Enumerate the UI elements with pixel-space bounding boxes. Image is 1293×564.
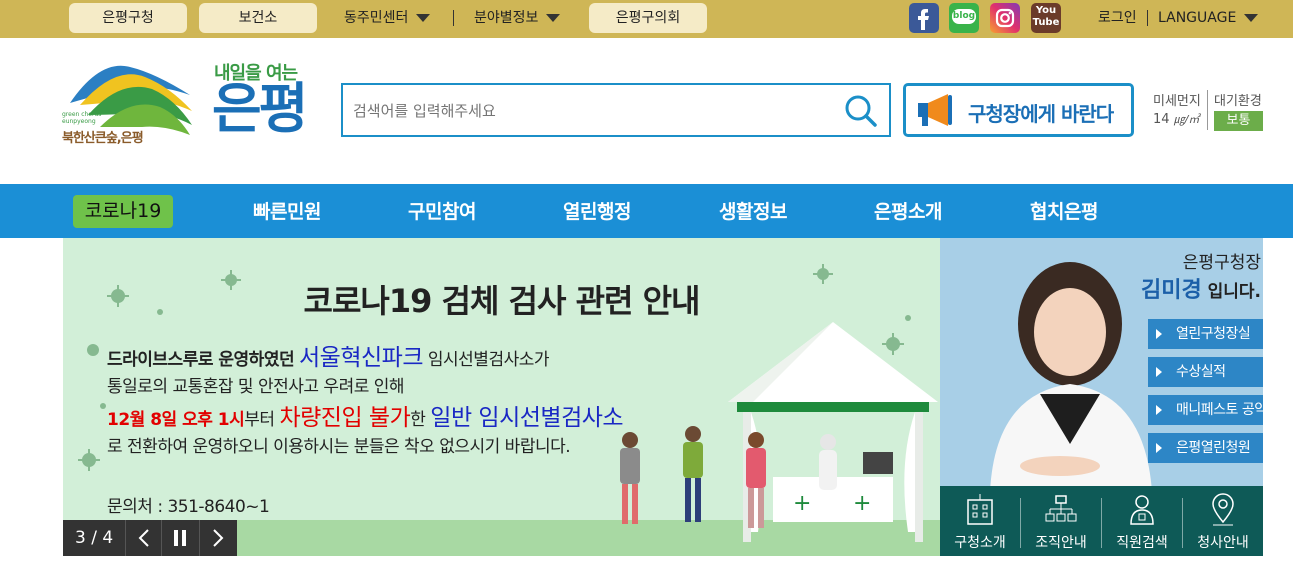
logo-english-text: green chorus eunpyeong [62,111,102,125]
link-open-petition[interactable]: 은평열린청원 [1148,433,1263,463]
nav-item-open-admin[interactable]: 열린행정 [563,196,631,228]
banner-line-3d: 한 [410,410,426,430]
megaphone-icon [918,94,952,126]
map-pin-icon [1212,493,1234,526]
dropdown-field-info[interactable]: 분야별정보 [474,3,561,33]
banner-line-3b: 부터 [244,410,275,430]
quick-organization-label: 조직안내 [1035,535,1087,551]
dropdown-community-center-label: 동주민센터 [344,10,409,26]
search-input[interactable] [353,99,833,123]
mayor-panel: 은평구청장 김미경 입니다. 열린구청장실 수상실적 매니페스토 공약 은평열린… [940,238,1263,556]
nav-item-participation[interactable]: 구민참여 [408,196,476,228]
mayor-name: 김미경 [1140,278,1202,303]
chevron-down-icon [416,14,431,22]
building-icon [967,494,993,525]
svg-text:+: + [793,491,811,516]
banner-line-1a: 드라이브스루로 운영하였던 [107,350,295,370]
link-open-mayor-office[interactable]: 열린구청장실 [1148,319,1263,349]
quick-staff-search-label: 직원검색 [1116,535,1168,551]
nav-item-about[interactable]: 은평소개 [874,196,942,228]
chevron-left-icon [138,529,149,547]
mayor-petition-label: 구청장에게 바란다 [968,102,1114,126]
pause-slide-button[interactable] [161,520,197,556]
search-icon [845,95,877,127]
people-illustration [620,426,766,528]
banner-line-2: 통일로의 교통혼잡 및 안전사고 우려로 인해 [107,377,405,397]
youtube-icon[interactable]: You Tube [1031,3,1061,33]
quick-office-intro[interactable]: 구청소개 [940,486,1020,556]
pause-icon [174,530,186,546]
banner-line-4: 로 전환하여 운영하오니 이용하시는 분들은 착오 없으시기 바랍니다. [107,437,571,457]
logo-subtitle: 북한산큰숲,은평 [62,131,144,146]
quick-organization[interactable]: 조직안내 [1021,486,1101,556]
next-slide-button[interactable] [199,520,235,556]
mayor-greeting-suffix: 입니다. [1201,282,1261,302]
banner-line-1c: 임시선별검사소가 [427,350,550,370]
main-nav: 코로나19 빠른민원 구민참여 열린행정 생활정보 은평소개 협치은평 [0,184,1293,238]
link-health-center[interactable]: 보건소 [199,3,317,33]
slogan-big: 은평 [212,77,308,140]
youtube-icon-label: You Tube [1032,5,1060,28]
link-district-council[interactable]: 은평구의회 [589,3,707,33]
nav-item-quick-civil[interactable]: 빠른민원 [253,196,321,228]
fine-dust-label: 미세먼지 [1153,94,1201,109]
fine-dust-unit: ㎍/㎥ [1173,113,1200,126]
banner-line-3: 12월 8일 오후 1시부터 차량진입 불가한 일반 임시선별검사소 [107,398,624,432]
instagram-icon[interactable] [990,3,1020,33]
banner-line-1: 드라이브스루로 운영하였던 서울혁신파크 임시선별검사소가 [107,338,550,372]
air-status-badge: 보통 [1214,111,1263,131]
facebook-icon[interactable] [909,3,939,33]
nav-item-corona19[interactable]: 코로나19 [73,195,173,228]
nav-item-life-info[interactable]: 생활정보 [719,196,787,228]
link-eunpyeong-office[interactable]: 은평구청 [69,3,187,33]
nav-item-governance[interactable]: 협치은평 [1030,196,1098,228]
prev-slide-button[interactable] [125,520,161,556]
banner-line-3a: 12월 8일 오후 1시 [107,410,245,430]
divider [1207,90,1208,130]
air-quality-label: 대기환경 [1214,94,1262,109]
mayor-title: 은평구청장 [1182,253,1261,273]
banner-line-3c: 차량진입 불가 [279,405,411,431]
svg-text:+: + [853,491,871,516]
search-button[interactable] [843,93,879,129]
blog-icon-label: blog [952,9,976,24]
quick-building-guide-label: 청사안내 [1197,535,1249,551]
quick-office-intro-label: 구청소개 [954,535,1006,551]
login-link[interactable]: 로그인 [1098,3,1137,33]
language-dropdown[interactable]: LANGUAGE [1158,3,1259,33]
chevron-down-icon [546,14,561,22]
search-box [341,83,891,137]
banner-line-1b: 서울혁신파크 [299,345,423,371]
eunpyeong-logo[interactable]: green chorus eunpyeong 북한산큰숲,은평 내일을 여는 은… [60,55,320,155]
slide-counter: 3 / 4 [75,528,114,548]
divider [453,10,454,26]
quick-staff-search[interactable]: 직원검색 [1102,486,1182,556]
banner-line-3e: 일반 임시선별검사소 [430,405,624,431]
org-chart-icon [1045,495,1077,522]
quick-building-guide[interactable]: 청사안내 [1183,486,1263,556]
mayor-quick-menu: 구청소개 조직안내 직원검색 청사안내 [940,486,1263,556]
fine-dust-value: 14 ㎍/㎥ [1153,111,1199,127]
link-manifesto[interactable]: 매니페스토 공약 [1148,395,1263,425]
divider [1147,10,1148,26]
mayor-petition-button[interactable]: 구청장에게 바란다 [903,83,1134,137]
top-utility-bar: 은평구청 보건소 동주민센터 분야별정보 은평구의회 blog You Tube… [0,0,1293,38]
banner-contact: 문의처 : 351-8640~1 [107,497,270,517]
mayor-greeting: 김미경 입니다. [1141,272,1261,304]
dropdown-field-info-label: 분야별정보 [474,10,539,26]
blog-icon[interactable]: blog [949,3,979,33]
covid-banner-slide[interactable]: 코로나19 검체 검사 관련 안내 드라이브스루로 운영하였던 서울혁신파크 임… [63,238,940,556]
person-icon [1130,495,1154,525]
chevron-right-icon [213,529,224,547]
dropdown-community-center[interactable]: 동주민센터 [344,3,431,33]
slide-controls: 3 / 4 [63,520,237,556]
link-awards[interactable]: 수상실적 [1148,357,1263,387]
fine-dust-number: 14 [1153,112,1170,127]
language-label: LANGUAGE [1158,10,1237,26]
chevron-down-icon [1244,14,1259,22]
